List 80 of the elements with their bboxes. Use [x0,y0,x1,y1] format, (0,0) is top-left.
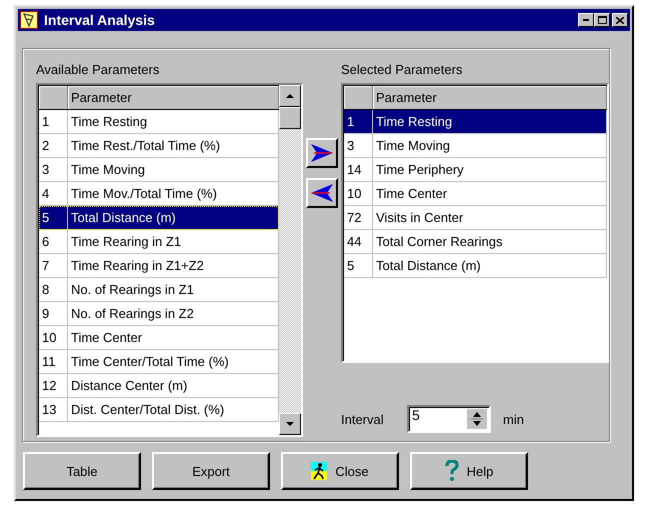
list-row[interactable]: 1 Time Resting [344,110,607,134]
table-cell: Visits in Center [373,206,607,229]
table-cell: Total Corner Rearings [373,230,607,253]
dialog-button[interactable]: Close [281,452,399,490]
list-row[interactable]: 5 Total Distance (m) [344,254,607,278]
remove-button[interactable] [306,178,338,208]
question-mark-icon [444,460,459,482]
list-row[interactable]: 14 Time Periphery [344,158,607,182]
unit-label: min [503,412,524,426]
list-row[interactable]: 13 Dist. Center/Total Dist. (%) [39,398,279,422]
maximize-button[interactable] [594,13,610,27]
table-cell: 10 [39,326,68,349]
scroll-up-button[interactable] [279,85,301,107]
minimize-icon [583,19,589,21]
table-cell: 1 [344,110,373,133]
list-row[interactable]: 7 Time Rearing in Z1+Z2 [39,254,279,278]
column-header: Parameter [68,86,279,109]
table-cell: 12 [39,374,68,397]
table-cell: 4 [39,182,68,205]
table-cell: 72 [344,206,373,229]
dialog-button[interactable]: Export [152,452,270,490]
table-cell: Time Periphery [373,158,607,181]
left-arrow-icon [311,184,333,202]
list-row[interactable]: 11 Time Center/Total Time (%) [39,350,279,374]
close-button[interactable] [612,13,628,27]
table-cell: Total Distance (m) [373,254,607,277]
close-icon [616,16,624,24]
scrollbar[interactable] [279,85,301,435]
column-header [344,86,373,109]
interval-input[interactable]: 5 [409,407,466,423]
list-row[interactable]: 72 Visits in Center [344,206,607,230]
down-arrow-icon [286,422,294,426]
minimize-button[interactable] [578,13,594,27]
table-cell: 3 [39,158,68,181]
list-row[interactable]: 1 Time Resting [39,110,279,134]
list-row[interactable]: 10 Time Center [39,326,279,350]
list-row[interactable]: 12 Distance Center (m) [39,374,279,398]
table-cell: 13 [39,398,68,421]
table-cell: Time Resting [373,110,607,133]
table-cell: 5 [344,254,373,277]
list-row[interactable]: 9 No. of Rearings in Z2 [39,302,279,326]
scroll-thumb[interactable] [279,107,301,129]
list-row[interactable]: 3 Time Moving [39,158,279,182]
table-cell: Time Center [373,182,607,205]
dialog-button[interactable]: Table [23,452,141,490]
interval-spin-field[interactable]: 5 [407,405,491,433]
table-cell: 9 [39,302,68,325]
list-row[interactable]: 8 No. of Rearings in Z1 [39,278,279,302]
table-cell: 7 [39,254,68,277]
list-label: Selected Parameters [341,62,464,79]
table-cell: 3 [344,134,373,157]
scroll-down-button[interactable] [279,413,301,435]
list-row[interactable]: 6 Time Rearing in Z1 [39,230,279,254]
table-cell: 5 [39,206,68,229]
table-cell: 8 [39,278,68,301]
up-arrow-icon [286,94,294,98]
right-arrow-icon [311,144,333,162]
window-title: Interval Analysis [44,12,156,28]
list-label: Available Parameters [36,62,160,79]
maximize-icon [598,16,606,24]
interval-label: Interval [341,412,385,426]
table-cell: 6 [39,230,68,253]
running-man-icon [311,462,328,480]
list-row[interactable]: 10 Time Center [344,182,607,206]
column-header: Parameter [373,86,607,109]
table-cell: 44 [344,230,373,253]
table-cell: 14 [344,158,373,181]
column-header [39,86,68,109]
table-cell: 1 [39,110,68,133]
list-row[interactable]: 44 Total Corner Rearings [344,230,607,254]
list-row[interactable]: 5 Total Distance (m) [39,206,279,230]
table-cell: Time Moving [373,134,607,157]
table-cell: 10 [344,182,373,205]
table-cell: 2 [39,134,68,157]
list-row[interactable]: 2 Time Rest./Total Time (%) [39,134,279,158]
add-button[interactable] [306,138,338,168]
app-icon [20,11,38,29]
dialog-button[interactable]: Help [410,452,528,490]
table-cell: 11 [39,350,68,373]
list-row[interactable]: 3 Time Moving [344,134,607,158]
